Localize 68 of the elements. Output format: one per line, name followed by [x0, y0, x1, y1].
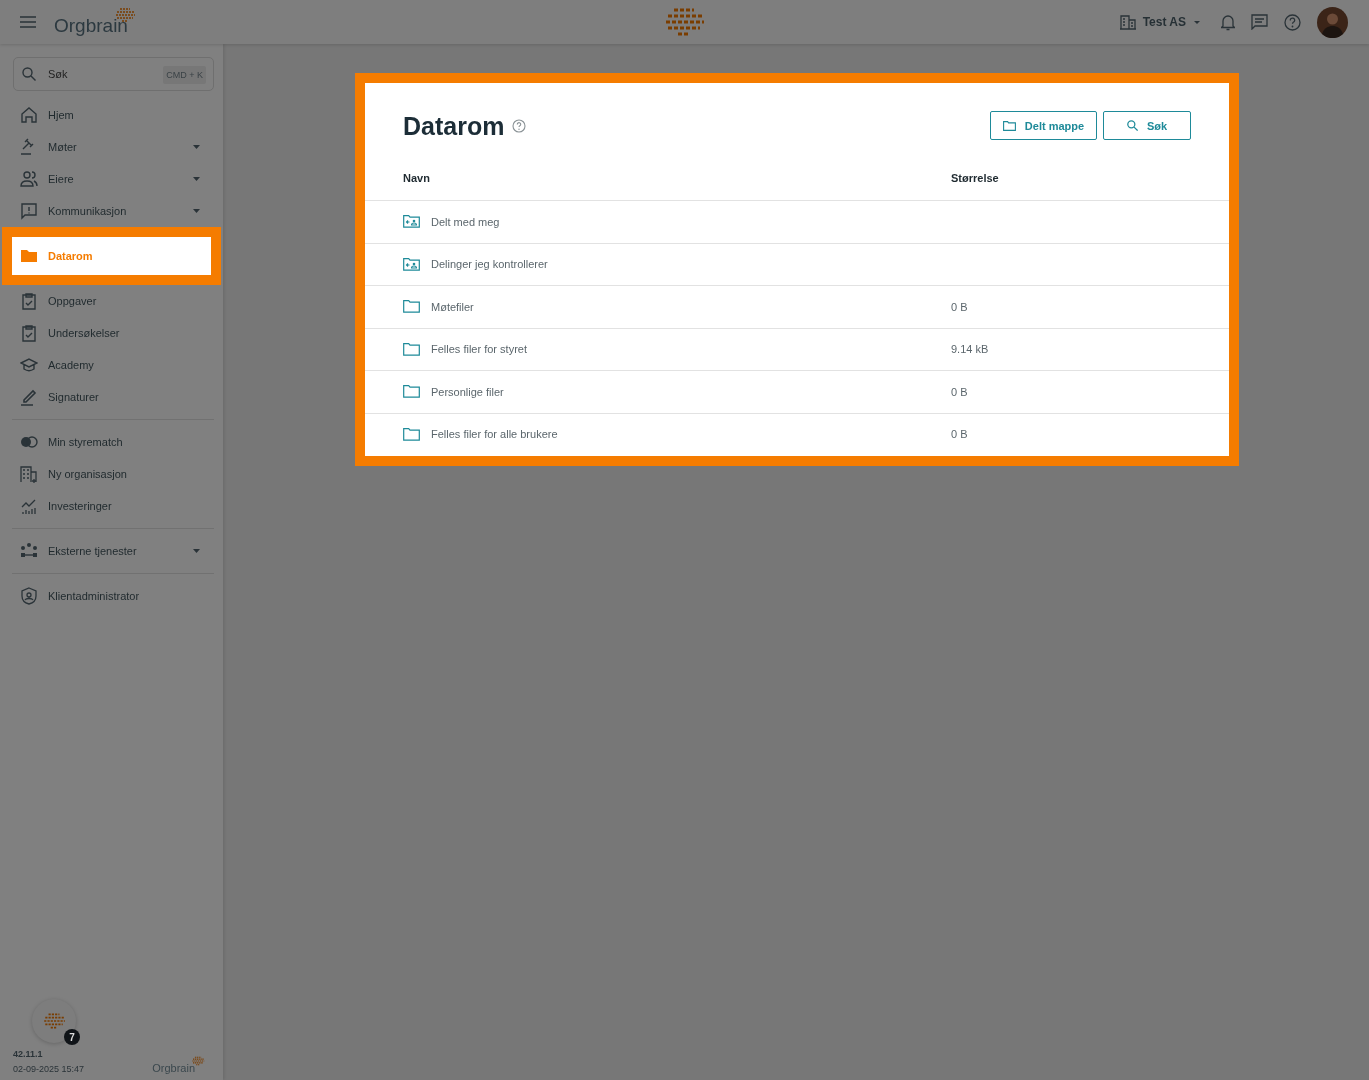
- search-icon: [1126, 120, 1138, 131]
- column-header: Navn: [402, 171, 431, 184]
- menu-icon[interactable]: [20, 16, 36, 28]
- assistant-button[interactable]: [32, 999, 76, 1043]
- chart-icon: [20, 497, 38, 515]
- building-icon: [1119, 14, 1136, 30]
- folder-icon: [403, 300, 420, 314]
- size-cell: 0 B: [951, 428, 968, 441]
- search-icon: [22, 67, 36, 81]
- shared-folder-icon: [403, 257, 420, 271]
- nav-item[interactable]: Undersøkelser: [0, 317, 223, 349]
- help-icon[interactable]: [512, 119, 527, 133]
- nav-item[interactable]: Academy: [0, 349, 223, 381]
- size-cell: 0 B: [951, 385, 968, 398]
- house-icon: [20, 106, 38, 124]
- help-icon[interactable]: [1284, 13, 1301, 31]
- search-button[interactable]: Søk: [1103, 111, 1191, 140]
- brain-logo-icon: [42, 1012, 66, 1030]
- clipboard-check-icon: [20, 292, 38, 310]
- logo-text: Orgbrain: [152, 1062, 195, 1074]
- nav-item[interactable]: Datarom: [2, 227, 221, 285]
- shared-folder-icon: [403, 215, 420, 229]
- shield-icon: [20, 587, 38, 605]
- folder-icon: [403, 342, 420, 356]
- avatar[interactable]: [1317, 6, 1348, 38]
- nav-item[interactable]: Oppgaver: [0, 285, 223, 317]
- folder-name[interactable]: Møtefiler: [431, 300, 474, 313]
- column-header: Størrelse: [951, 171, 999, 184]
- people-icon: [20, 170, 38, 188]
- size-cell: 0 B: [951, 300, 968, 313]
- graduation-cap-icon: [20, 356, 38, 374]
- shared-folder-button[interactable]: Delt mappe: [990, 111, 1097, 140]
- timestamp-text: 02-09-2025 15:47: [13, 1064, 85, 1074]
- folder-name[interactable]: Delt med meg: [431, 215, 500, 228]
- nav-item[interactable]: Hjem: [0, 99, 223, 131]
- folder-icon: [1002, 120, 1016, 131]
- nav-item[interactable]: Eiere: [0, 163, 223, 195]
- chat-alert-icon: [20, 202, 38, 220]
- message-icon[interactable]: [1251, 14, 1268, 30]
- network-icon: [20, 542, 38, 560]
- nav-item[interactable]: Eksterne tjenester: [0, 535, 223, 567]
- bell-icon[interactable]: [1221, 13, 1235, 31]
- nav-item[interactable]: Investeringer: [0, 490, 223, 522]
- nav-item[interactable]: Møter: [0, 131, 223, 163]
- page-title: Datarom: [403, 111, 505, 141]
- nav-item[interactable]: Kommunikasjon: [0, 195, 223, 227]
- logo-text: Orgbrain: [54, 15, 128, 37]
- size-cell: 9.14 kB: [951, 343, 989, 356]
- folder-icon: [20, 247, 38, 265]
- version-text: 42.11.1: [13, 1049, 44, 1059]
- brain-logo-icon: [191, 1056, 205, 1066]
- nav-item[interactable]: Klientadministrator: [0, 580, 223, 612]
- organization-selector[interactable]: Test AS: [1119, 14, 1201, 30]
- nav-item[interactable]: Ny organisasjon: [0, 458, 223, 490]
- clipboard-check-icon: [20, 324, 38, 342]
- folder-name[interactable]: Felles filer for styret: [431, 343, 527, 356]
- toggle-icon: [20, 433, 38, 451]
- folder-name[interactable]: Felles filer for alle brukere: [431, 428, 558, 441]
- folder-icon: [403, 385, 420, 399]
- pen-icon: [20, 388, 38, 406]
- building-icon: [20, 465, 38, 483]
- folder-name[interactable]: Delinger jeg kontrollerer: [431, 258, 548, 271]
- nav-item[interactable]: Min styrematch: [0, 426, 223, 458]
- folder-name[interactable]: Personlige filer: [431, 385, 504, 398]
- notification-badge: 7: [64, 1029, 80, 1045]
- nav-item[interactable]: Signaturer: [0, 381, 223, 413]
- folder-icon: [403, 427, 420, 441]
- caret-icon: [1193, 19, 1201, 25]
